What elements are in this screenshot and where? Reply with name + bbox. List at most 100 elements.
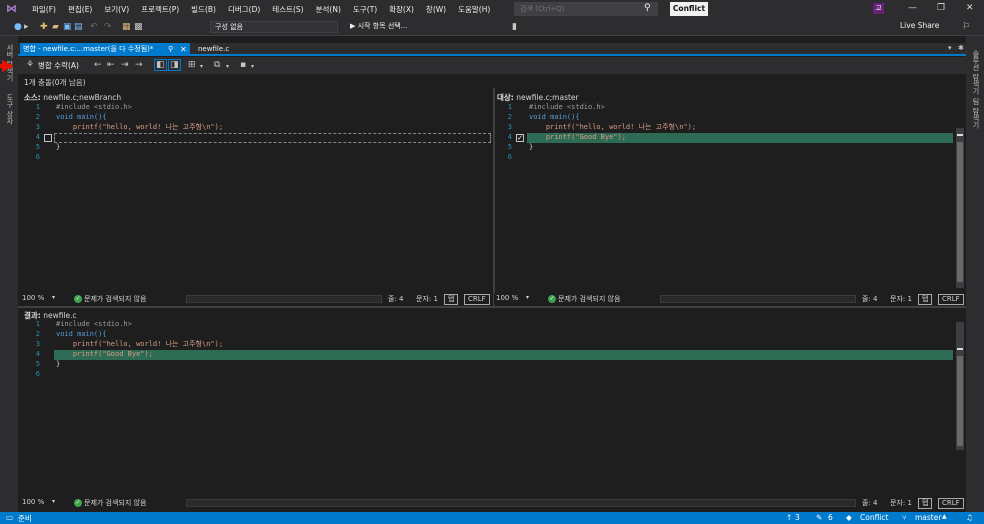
compare-options-icon[interactable]: ⧉ <box>214 59 220 71</box>
issues-indicator[interactable]: ✓ 문제가 검색되지 않음 <box>74 294 146 304</box>
tab-indicator[interactable]: 탭 <box>918 498 933 509</box>
live-share-button[interactable]: Live Share <box>900 21 939 30</box>
code-line: } <box>529 143 534 151</box>
compare-dropdown-icon[interactable]: ▾ <box>226 61 229 73</box>
solution-explorer-icon[interactable]: ▦ <box>122 21 131 33</box>
target-editor-status: 100 % ▾ ✓ 문제가 검색되지 않음 줄: 4 문자: 1 탭 CRLF <box>494 293 966 305</box>
line-number: 4 <box>507 133 512 141</box>
menu-view[interactable]: 보기(V) <box>98 4 135 15</box>
menu-build[interactable]: 빌드(B) <box>185 4 222 15</box>
horizontal-scrollbar[interactable] <box>186 295 382 303</box>
unpushed-commits-count[interactable]: 3 <box>795 513 800 522</box>
layout-split-icon[interactable]: ◨ <box>168 59 181 71</box>
vertical-splitter[interactable] <box>493 88 495 306</box>
save-icon[interactable]: ▣ <box>63 21 72 33</box>
scroll-thumb[interactable] <box>957 142 963 282</box>
pin-icon[interactable]: ⚲ <box>168 43 173 56</box>
horizontal-scrollbar[interactable] <box>186 499 856 507</box>
restore-icon[interactable]: ❐ <box>937 3 945 13</box>
menu-tools[interactable]: 도구(T) <box>347 4 383 15</box>
properties-icon[interactable]: ▩ <box>134 21 143 33</box>
bookmark-icon[interactable]: ▮ <box>512 21 517 33</box>
layout-grid-icon[interactable]: ⊞ <box>188 59 196 71</box>
forward-nav-icon[interactable]: ▸ <box>24 21 29 33</box>
horizontal-scrollbar[interactable] <box>660 295 856 303</box>
source-conflict-checkbox[interactable] <box>44 134 52 142</box>
last-conflict-icon[interactable]: ⇥ <box>121 59 129 71</box>
open-folder-icon[interactable]: ▰ <box>52 21 59 33</box>
issues-text: 문제가 검색되지 않음 <box>84 499 147 507</box>
eol-indicator[interactable]: CRLF <box>938 498 964 509</box>
visual-studio-logo-icon[interactable]: ⋈ <box>6 3 18 15</box>
feedback-icon[interactable]: ⚐ <box>962 21 970 33</box>
team-explorer-tab[interactable]: 팀 탐색기 <box>971 98 981 128</box>
save-all-icon[interactable]: ▤ <box>74 21 83 33</box>
eol-indicator[interactable]: CRLF <box>464 294 490 305</box>
previous-conflict-icon[interactable]: ← <box>94 59 102 71</box>
eol-indicator[interactable]: CRLF <box>938 294 964 305</box>
zoom-dropdown-arrow-icon[interactable]: ▾ <box>526 294 529 301</box>
configuration-dropdown[interactable]: 구성 없음 <box>210 21 338 33</box>
layout-side-by-side-icon[interactable]: ◧ <box>154 59 167 71</box>
solution-explorer-tab[interactable]: 솔루션 탐색기 <box>971 50 981 94</box>
first-conflict-icon[interactable]: ⇤ <box>107 59 115 71</box>
close-window-icon[interactable]: ✕ <box>966 3 974 13</box>
menu-test[interactable]: 테스트(S) <box>266 4 309 15</box>
menu-file[interactable]: 파일(F) <box>26 4 62 15</box>
view-options-icon[interactable]: ▪ <box>240 59 246 71</box>
menu-edit[interactable]: 편집(E) <box>62 4 98 15</box>
scroll-thumb[interactable] <box>957 356 963 446</box>
menu-extensions[interactable]: 확장(X) <box>383 4 420 15</box>
tab-list-dropdown-icon[interactable]: ▾ <box>948 44 952 52</box>
zoom-dropdown[interactable]: 100 % <box>22 498 44 506</box>
menu-help[interactable]: 도움말(H) <box>452 4 496 15</box>
accept-merge-button[interactable]: 병합 수락(A) <box>38 60 79 71</box>
line-number: 1 <box>35 320 40 328</box>
zoom-dropdown[interactable]: 100 % <box>496 294 518 302</box>
line-number: 6 <box>35 370 40 378</box>
source-code-editor[interactable]: #include <stdio.h> void main(){ printf("… <box>56 102 486 162</box>
search-input[interactable] <box>514 2 658 16</box>
column-indicator: 문자: 1 <box>416 295 438 303</box>
avatar[interactable]: 고 <box>873 3 884 14</box>
new-project-icon[interactable]: ✚ <box>40 21 48 33</box>
horizontal-splitter[interactable] <box>18 306 966 308</box>
menu-debug[interactable]: 디버그(D) <box>222 4 266 15</box>
close-tab-icon[interactable]: ✕ <box>180 43 187 56</box>
menu-project[interactable]: 프로젝트(P) <box>135 4 185 15</box>
tab-indicator[interactable]: 탭 <box>918 294 933 305</box>
tab-newfile[interactable]: newfile.c <box>192 43 235 56</box>
left-tool-rail: 서버 탐색기 도구 상자 <box>0 36 18 512</box>
redo-icon[interactable]: ↷ <box>104 21 112 33</box>
target-vertical-scrollbar[interactable] <box>956 128 964 288</box>
zoom-dropdown[interactable]: 100 % <box>22 294 44 302</box>
target-conflict-checkbox[interactable]: ✓ <box>516 134 524 142</box>
minimize-icon[interactable]: — <box>908 3 917 13</box>
back-nav-icon[interactable]: ● <box>14 21 22 33</box>
notifications-bell-icon[interactable]: ♫ <box>966 513 973 522</box>
branch-dropdown-icon[interactable]: ▲ <box>942 513 947 520</box>
pending-changes-count[interactable]: 6 <box>828 513 833 522</box>
next-conflict-icon[interactable]: → <box>135 59 143 71</box>
menu-analyze[interactable]: 분석(N) <box>310 4 347 15</box>
result-code-editor[interactable]: #include <stdio.h> void main(){ printf("… <box>56 319 946 379</box>
zoom-dropdown-arrow-icon[interactable]: ▾ <box>52 294 55 301</box>
issues-indicator[interactable]: ✓ 문제가 검색되지 않음 <box>548 294 620 304</box>
result-vertical-scrollbar[interactable] <box>956 322 964 450</box>
toolbox-tab[interactable]: 도구 상자 <box>5 94 15 124</box>
branch-name[interactable]: master <box>915 513 941 522</box>
tab-merge[interactable]: 병합 - newfile.c:...master(을 다 수정됨)* <box>20 43 190 56</box>
solution-name-badge[interactable]: Conflict <box>670 2 708 16</box>
start-debug-button[interactable]: ▶ 시작 항목 선택... <box>346 21 430 33</box>
issues-indicator[interactable]: ✓ 문제가 검색되지 않음 <box>74 498 146 508</box>
repository-name[interactable]: Conflict <box>860 513 888 522</box>
layout-dropdown-icon[interactable]: ▾ <box>200 61 203 73</box>
view-dropdown-icon[interactable]: ▾ <box>251 61 254 73</box>
target-code-editor[interactable]: #include <stdio.h> void main(){ printf("… <box>529 102 949 162</box>
search-icon[interactable]: ⚲ <box>644 3 651 13</box>
undo-icon[interactable]: ↶ <box>90 21 98 33</box>
tab-indicator[interactable]: 탭 <box>444 294 459 305</box>
menu-window[interactable]: 창(W) <box>420 4 452 15</box>
settings-gear-icon[interactable]: ✱ <box>958 44 964 52</box>
zoom-dropdown-arrow-icon[interactable]: ▾ <box>52 498 55 505</box>
